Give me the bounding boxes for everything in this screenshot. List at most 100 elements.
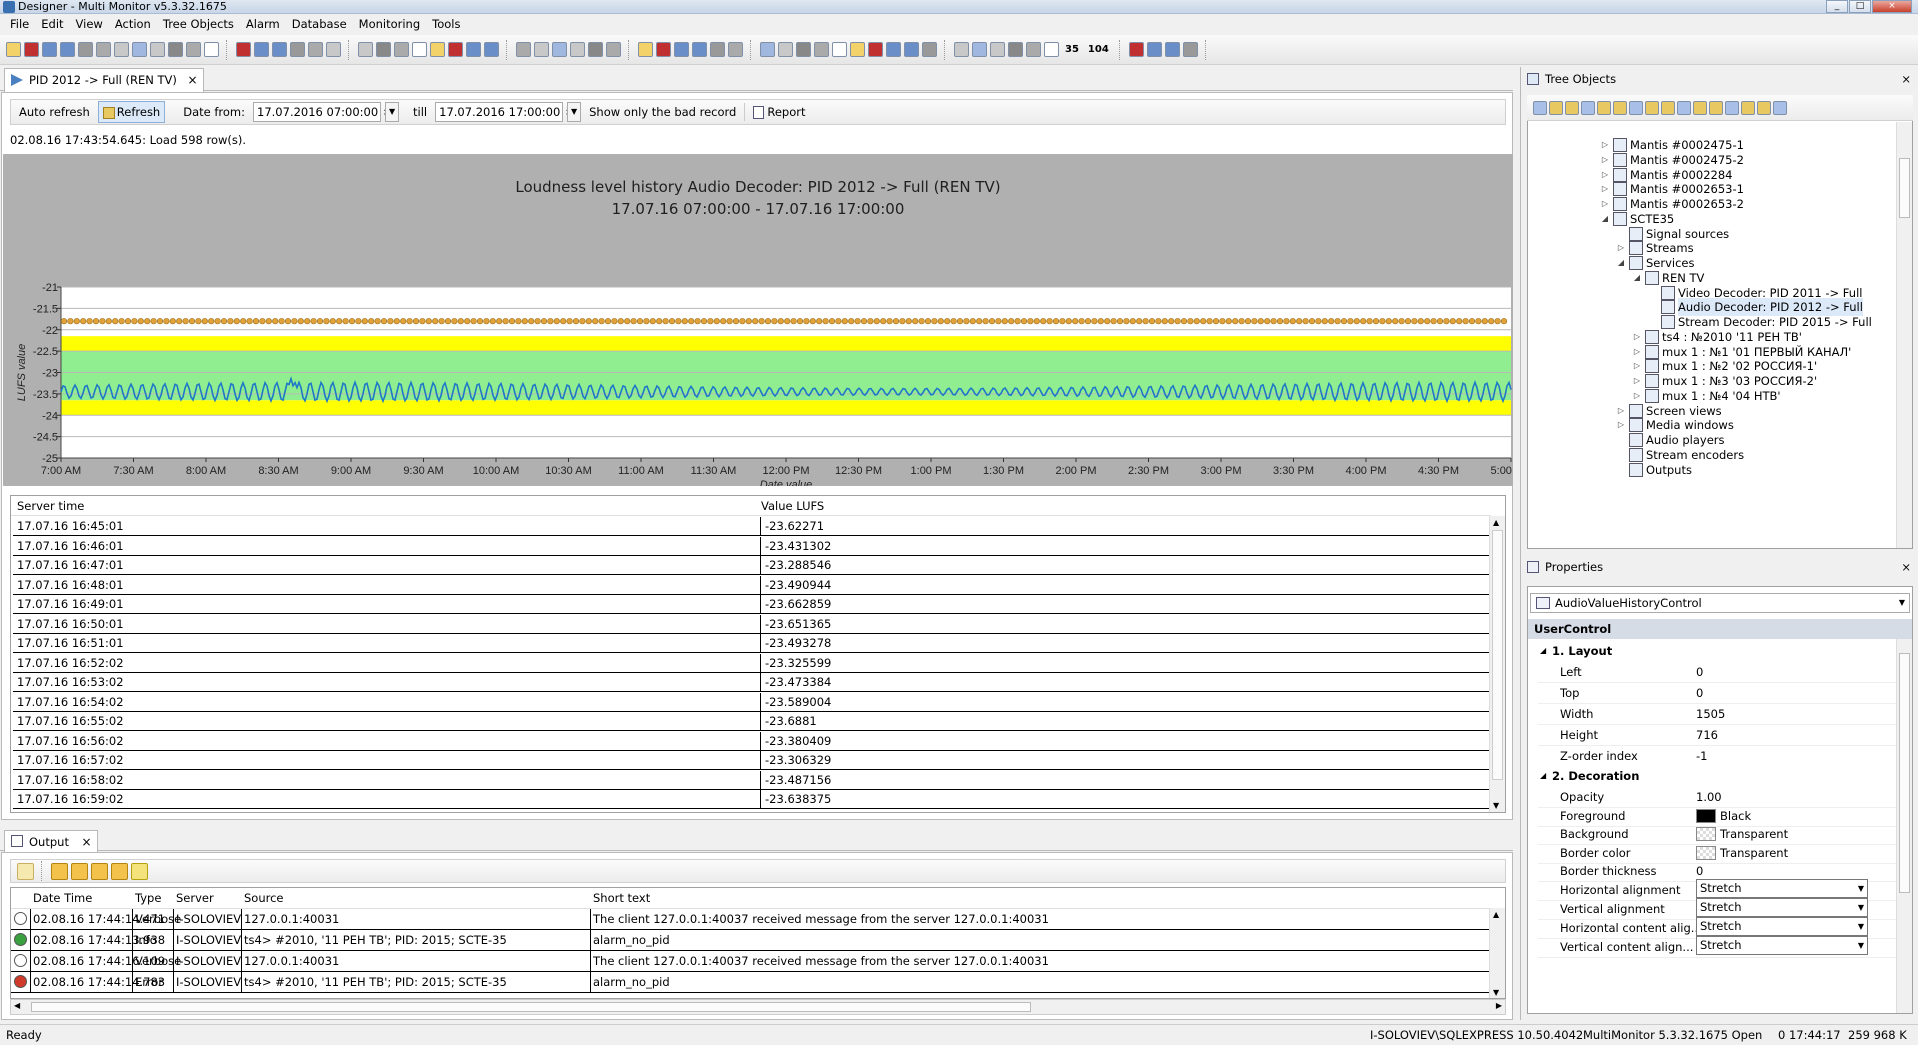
collapse-icon[interactable]: ◢ — [1540, 766, 1546, 786]
table-row[interactable]: 17.07.16 16:57:02 -23.306329 — [13, 751, 1489, 770]
tab-pid-2012[interactable]: PID 2012 -> Full (REN TV) × — [4, 68, 204, 92]
tree-toolbar-icon-15[interactable] — [1773, 100, 1787, 115]
dropdown-arrow-icon[interactable]: ▼ — [1858, 880, 1864, 897]
col-server[interactable]: Server — [176, 891, 214, 905]
tree-toolbar-icon-5[interactable] — [1613, 100, 1627, 115]
menu-tools[interactable]: Tools — [426, 15, 466, 34]
col-type[interactable]: Type — [135, 891, 161, 905]
table-row[interactable]: 17.07.16 16:45:01 -23.62271 — [13, 517, 1489, 536]
properties-vertical-scrollbar[interactable] — [1896, 639, 1912, 1013]
toolbar-icon-50[interactable] — [990, 42, 1005, 57]
tree-toolbar-icon-4[interactable] — [1597, 100, 1611, 115]
toolbar-icon-28[interactable] — [552, 42, 567, 57]
toolbar-icon-3[interactable] — [60, 42, 75, 57]
table-row[interactable]: 17.07.16 16:53:02 -23.473384 — [13, 673, 1489, 692]
counter-badge-104[interactable]: 104 — [1085, 44, 1112, 55]
table-row[interactable]: 17.07.16 16:51:01 -23.493278 — [13, 634, 1489, 653]
toolbar-icon-8[interactable] — [150, 42, 165, 57]
tree-node[interactable]: Outputs — [1616, 461, 1692, 479]
col-value-lufs[interactable]: Value LUFS — [761, 499, 824, 513]
toolbar-icon-39[interactable] — [778, 42, 793, 57]
report-button[interactable]: Report — [749, 102, 809, 122]
table-row[interactable]: 17.07.16 16:59:02 -23.638375 — [13, 790, 1489, 809]
toolbar-icon-48[interactable] — [954, 42, 969, 57]
lightning-icon[interactable] — [131, 862, 148, 880]
toolbar-icon-13[interactable] — [254, 42, 269, 57]
tree-toolbar-icon-9[interactable] — [1677, 100, 1691, 115]
toolbar-icon-41[interactable] — [814, 42, 829, 57]
menu-tree-objects[interactable]: Tree Objects — [157, 15, 240, 34]
tree-toolbar-icon-6[interactable] — [1629, 100, 1643, 115]
property-row[interactable]: Z-order index -1 — [1538, 745, 1896, 767]
toolbar-icon-25[interactable] — [484, 42, 499, 57]
property-row[interactable]: Vertical content align... Stretch ▼ — [1538, 935, 1896, 958]
toolbar-icon-43[interactable] — [850, 42, 865, 57]
menu-file[interactable]: File — [4, 15, 35, 34]
alignment-select[interactable]: Stretch ▼ — [1696, 878, 1868, 898]
toolbar-icon-56[interactable] — [1164, 42, 1180, 57]
toolbar-icon-9[interactable] — [168, 42, 183, 57]
filter-warning-icon[interactable] — [71, 862, 88, 880]
toolbar-icon-27[interactable] — [534, 42, 549, 57]
tree-toolbar-icon-10[interactable] — [1693, 100, 1707, 115]
toolbar-icon-34[interactable] — [674, 42, 689, 57]
maximize-button[interactable]: □ — [1849, 0, 1871, 13]
toolbar-icon-44[interactable] — [868, 42, 883, 57]
table-row[interactable]: 17.07.16 16:54:02 -23.589004 — [13, 692, 1489, 712]
toolbar-icon-49[interactable] — [972, 42, 987, 57]
close-output-icon[interactable]: × — [82, 831, 92, 853]
log-row[interactable]: 02.08.16 17:44:14.471 Verbose I-SOLOVIEV 12… — [11, 909, 1491, 930]
close-tab-icon[interactable]: × — [188, 69, 198, 91]
counter-badge-35[interactable]: 35 — [1062, 44, 1082, 55]
tab-output[interactable]: Output × — [4, 830, 98, 852]
toolbar-icon-38[interactable] — [760, 42, 775, 57]
toolbar-icon-19[interactable] — [376, 42, 391, 57]
toolbar-icon-10[interactable] — [186, 42, 201, 57]
toolbar-icon-2[interactable] — [42, 42, 57, 57]
expander-icon[interactable]: ◢ — [1632, 269, 1642, 287]
tree-toolbar-icon-1[interactable] — [1549, 100, 1563, 115]
tree-toolbar-icon-8[interactable] — [1661, 100, 1675, 115]
toolbar-icon-12[interactable] — [236, 42, 251, 57]
dropdown-arrow-icon[interactable]: ▼ — [1858, 899, 1864, 916]
menu-edit[interactable]: Edit — [35, 15, 69, 34]
toolbar-icon-30[interactable] — [588, 42, 603, 57]
log-row[interactable]: 02.08.16 17:44:13.938 Info I-SOLOVIEV ts4> … — [11, 930, 1491, 951]
date-from-dropdown[interactable]: ▼ — [385, 102, 400, 122]
toolbar-icon-29[interactable] — [570, 42, 585, 57]
toolbar-icon-5[interactable] — [96, 42, 111, 57]
toolbar-icon-16[interactable] — [308, 42, 323, 57]
toolbar-icon-1[interactable] — [24, 42, 39, 57]
log-row[interactable]: 02.08.16 17:44:16.109 Verbose I-SOLOVIEV 12… — [11, 951, 1491, 972]
toolbar-icon-33[interactable] — [656, 42, 671, 57]
table-row[interactable]: 17.07.16 16:58:02 -23.487156 — [13, 770, 1489, 790]
toolbar-icon-36[interactable] — [710, 42, 725, 57]
refresh-button[interactable]: Refresh — [97, 101, 166, 123]
toolbar-icon-35[interactable] — [692, 42, 707, 57]
table-row[interactable]: 17.07.16 16:55:02 -23.6881 — [13, 712, 1489, 731]
output-horizontal-scrollbar[interactable]: ◀ ▶ — [10, 999, 1506, 1015]
toolbar-icon-23[interactable] — [448, 42, 463, 57]
tree-vertical-scrollbar[interactable] — [1896, 122, 1912, 548]
menu-alarm[interactable]: Alarm — [240, 15, 286, 34]
log-row[interactable]: 02.08.16 17:44:14.783 Error I-SOLOVIEV ts4>… — [11, 972, 1491, 993]
auto-refresh-toggle[interactable]: Auto refresh — [15, 102, 94, 122]
close-window-button[interactable]: × — [1872, 0, 1912, 13]
collapse-icon[interactable]: ◢ — [1540, 641, 1546, 661]
alignment-select[interactable]: Stretch ▼ — [1696, 916, 1868, 936]
menu-view[interactable]: View — [70, 15, 109, 34]
toolbar-icon-32[interactable] — [638, 42, 653, 57]
tree-toolbar-icon-13[interactable] — [1741, 100, 1755, 115]
toolbar-icon-20[interactable] — [394, 42, 409, 57]
property-category[interactable]: ◢ 2. Decoration — [1538, 766, 1896, 786]
toolbar-icon-4[interactable] — [78, 42, 93, 57]
alignment-select[interactable]: Stretch ▼ — [1696, 935, 1868, 955]
toolbar-icon-52[interactable] — [1026, 42, 1041, 57]
toolbar-icon-42[interactable] — [832, 42, 847, 57]
table-row[interactable]: 17.07.16 16:47:01 -23.288546 — [13, 556, 1489, 575]
table-row[interactable]: 17.07.16 16:50:01 -23.651365 — [13, 614, 1489, 634]
envelope-icon[interactable] — [17, 862, 34, 880]
col-date-time[interactable]: Date Time — [33, 891, 92, 905]
alignment-select[interactable]: Stretch ▼ — [1696, 897, 1868, 917]
tree-toolbar-icon-3[interactable] — [1581, 100, 1595, 115]
